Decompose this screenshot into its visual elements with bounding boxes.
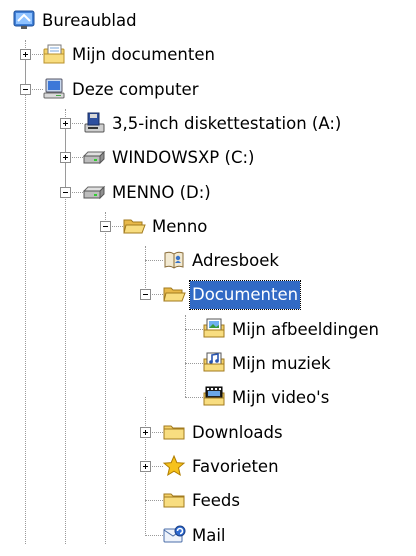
tree-node-label[interactable]: Deze computer [70, 76, 201, 104]
tree-node-mijn-muziek[interactable]: Mijn muziek [0, 350, 416, 378]
tree-node-label[interactable]: Mail [190, 522, 228, 550]
tree-node-adresboek[interactable]: Adresboek [0, 247, 416, 275]
hard-drive-icon [82, 180, 106, 204]
tree-node-label[interactable]: Mijn muziek [230, 350, 333, 378]
videos-folder-icon [202, 385, 226, 409]
my-documents-icon [42, 42, 66, 66]
tree-node-label[interactable]: Mijn video's [230, 384, 331, 412]
mail-icon [162, 523, 186, 547]
tree-node-label[interactable]: Favorieten [190, 453, 281, 481]
expand-toggle[interactable] [60, 117, 71, 129]
tree-node-favorieten[interactable]: Favorieten [0, 453, 416, 481]
tree-node-label[interactable]: Adresboek [190, 247, 281, 275]
expand-toggle[interactable] [140, 426, 151, 438]
tree-node-label[interactable]: MENNO (D:) [110, 179, 213, 207]
tree-node-label[interactable]: WINDOWSXP (C:) [110, 144, 256, 172]
tree-node-label[interactable]: Downloads [190, 419, 285, 447]
tree-node-mijn-videos[interactable]: Mijn video's [0, 384, 416, 412]
tree-node-label[interactable]: Mijn documenten [70, 41, 217, 69]
tree-node-label[interactable]: Menno [150, 213, 209, 241]
tree-node-diskettestation[interactable]: 3,5-inch diskettestation (A:) [0, 110, 416, 138]
expand-toggle[interactable] [60, 152, 71, 164]
favorites-star-icon [162, 454, 186, 478]
tree-node-mijn-documenten[interactable]: Mijn documenten [0, 41, 416, 69]
pictures-folder-icon [202, 317, 226, 341]
open-folder-icon [162, 282, 186, 306]
address-book-icon [162, 248, 186, 272]
tree-node-documenten[interactable]: Documenten [0, 280, 416, 311]
open-folder-icon [122, 214, 146, 238]
tree-node-label[interactable]: Mijn afbeeldingen [230, 316, 381, 344]
expand-toggle[interactable] [20, 49, 31, 61]
folder-icon [162, 488, 186, 512]
tree-node-mijn-afbeeldingen[interactable]: Mijn afbeeldingen [0, 316, 416, 344]
tree-node-label[interactable]: Feeds [190, 487, 242, 515]
tree-node-deze-computer[interactable]: Deze computer [0, 76, 416, 104]
tree-node-label[interactable]: Bureaublad [40, 7, 139, 35]
tree-node-label[interactable]: Documenten [188, 280, 302, 311]
my-computer-icon [42, 77, 66, 101]
collapse-toggle[interactable] [140, 289, 151, 301]
tree-node-bureaublad[interactable]: Bureaublad [0, 7, 416, 35]
collapse-toggle[interactable] [20, 83, 31, 95]
tree-node-label[interactable]: 3,5-inch diskettestation (A:) [110, 110, 343, 138]
tree-node-menno-folder[interactable]: Menno [0, 213, 416, 241]
expand-toggle[interactable] [140, 460, 151, 472]
tree-node-menno-drive[interactable]: MENNO (D:) [0, 179, 416, 207]
music-folder-icon [202, 351, 226, 375]
tree-node-mail[interactable]: Mail [0, 522, 416, 550]
floppy-drive-icon [82, 111, 106, 135]
tree-node-windowsxp[interactable]: WINDOWSXP (C:) [0, 144, 416, 172]
collapse-toggle[interactable] [100, 220, 111, 232]
desktop-icon [12, 8, 36, 32]
tree-node-downloads[interactable]: Downloads [0, 419, 416, 447]
folder-tree: Bureaublad Mijn documenten Deze computer 3,… [0, 0, 416, 545]
collapse-toggle[interactable] [60, 186, 71, 198]
hard-drive-icon [82, 145, 106, 169]
tree-node-feeds[interactable]: Feeds [0, 487, 416, 515]
folder-icon [162, 420, 186, 444]
